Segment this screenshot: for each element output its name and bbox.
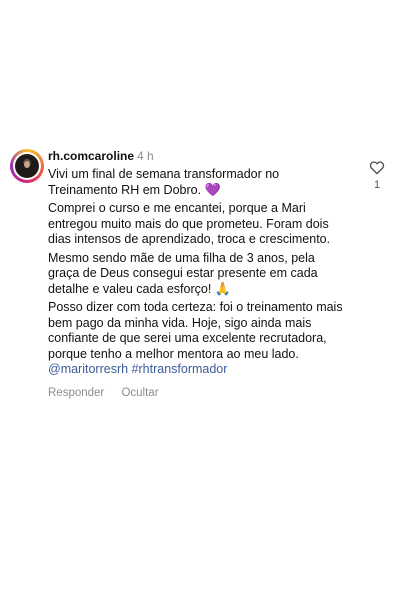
comment-header: rh.comcaroline 4 h bbox=[48, 149, 348, 163]
comment-paragraph-4: Posso dizer com toda certeza: foi o trei… bbox=[48, 300, 348, 378]
avatar-ring-gap bbox=[13, 152, 41, 180]
hide-button[interactable]: Ocultar bbox=[121, 386, 158, 400]
heart-outline-icon[interactable] bbox=[369, 160, 385, 175]
comment-time: 4 h bbox=[137, 149, 154, 163]
comment-paragraph-1-text: Vivi um final de semana transformador no… bbox=[48, 167, 280, 197]
comment-paragraph-3-text: Mesmo sendo mãe de uma filha de 3 anos, … bbox=[48, 250, 318, 296]
comment-paragraph-2: Comprei o curso e me encantei, porque a … bbox=[48, 201, 331, 246]
comment-actions: Responder Ocultar bbox=[48, 386, 348, 400]
purple-heart-icon: 💜 bbox=[204, 182, 221, 198]
comment-paragraph-1: Vivi um final de semana transformador no… bbox=[48, 167, 348, 198]
like-button[interactable]: 1 bbox=[368, 160, 386, 191]
avatar-photo bbox=[15, 154, 39, 178]
avatar[interactable] bbox=[10, 149, 44, 183]
like-count: 1 bbox=[373, 179, 381, 191]
praying-hands-icon: 🙏 bbox=[214, 281, 231, 297]
comment-paragraph-3: Mesmo sendo mãe de uma filha de 3 anos, … bbox=[48, 251, 348, 298]
comment-body: rh.comcaroline 4 h Vivi um final de seman… bbox=[48, 149, 348, 400]
comment-paragraph-4-text: Posso dizer com toda certeza: foi o trei… bbox=[48, 300, 343, 361]
username[interactable]: rh.comcaroline bbox=[48, 149, 134, 163]
reply-button[interactable]: Responder bbox=[48, 386, 104, 400]
mention-link[interactable]: @maritorresrh bbox=[48, 362, 128, 376]
hashtag-link[interactable]: #rhtransformador bbox=[132, 362, 228, 376]
